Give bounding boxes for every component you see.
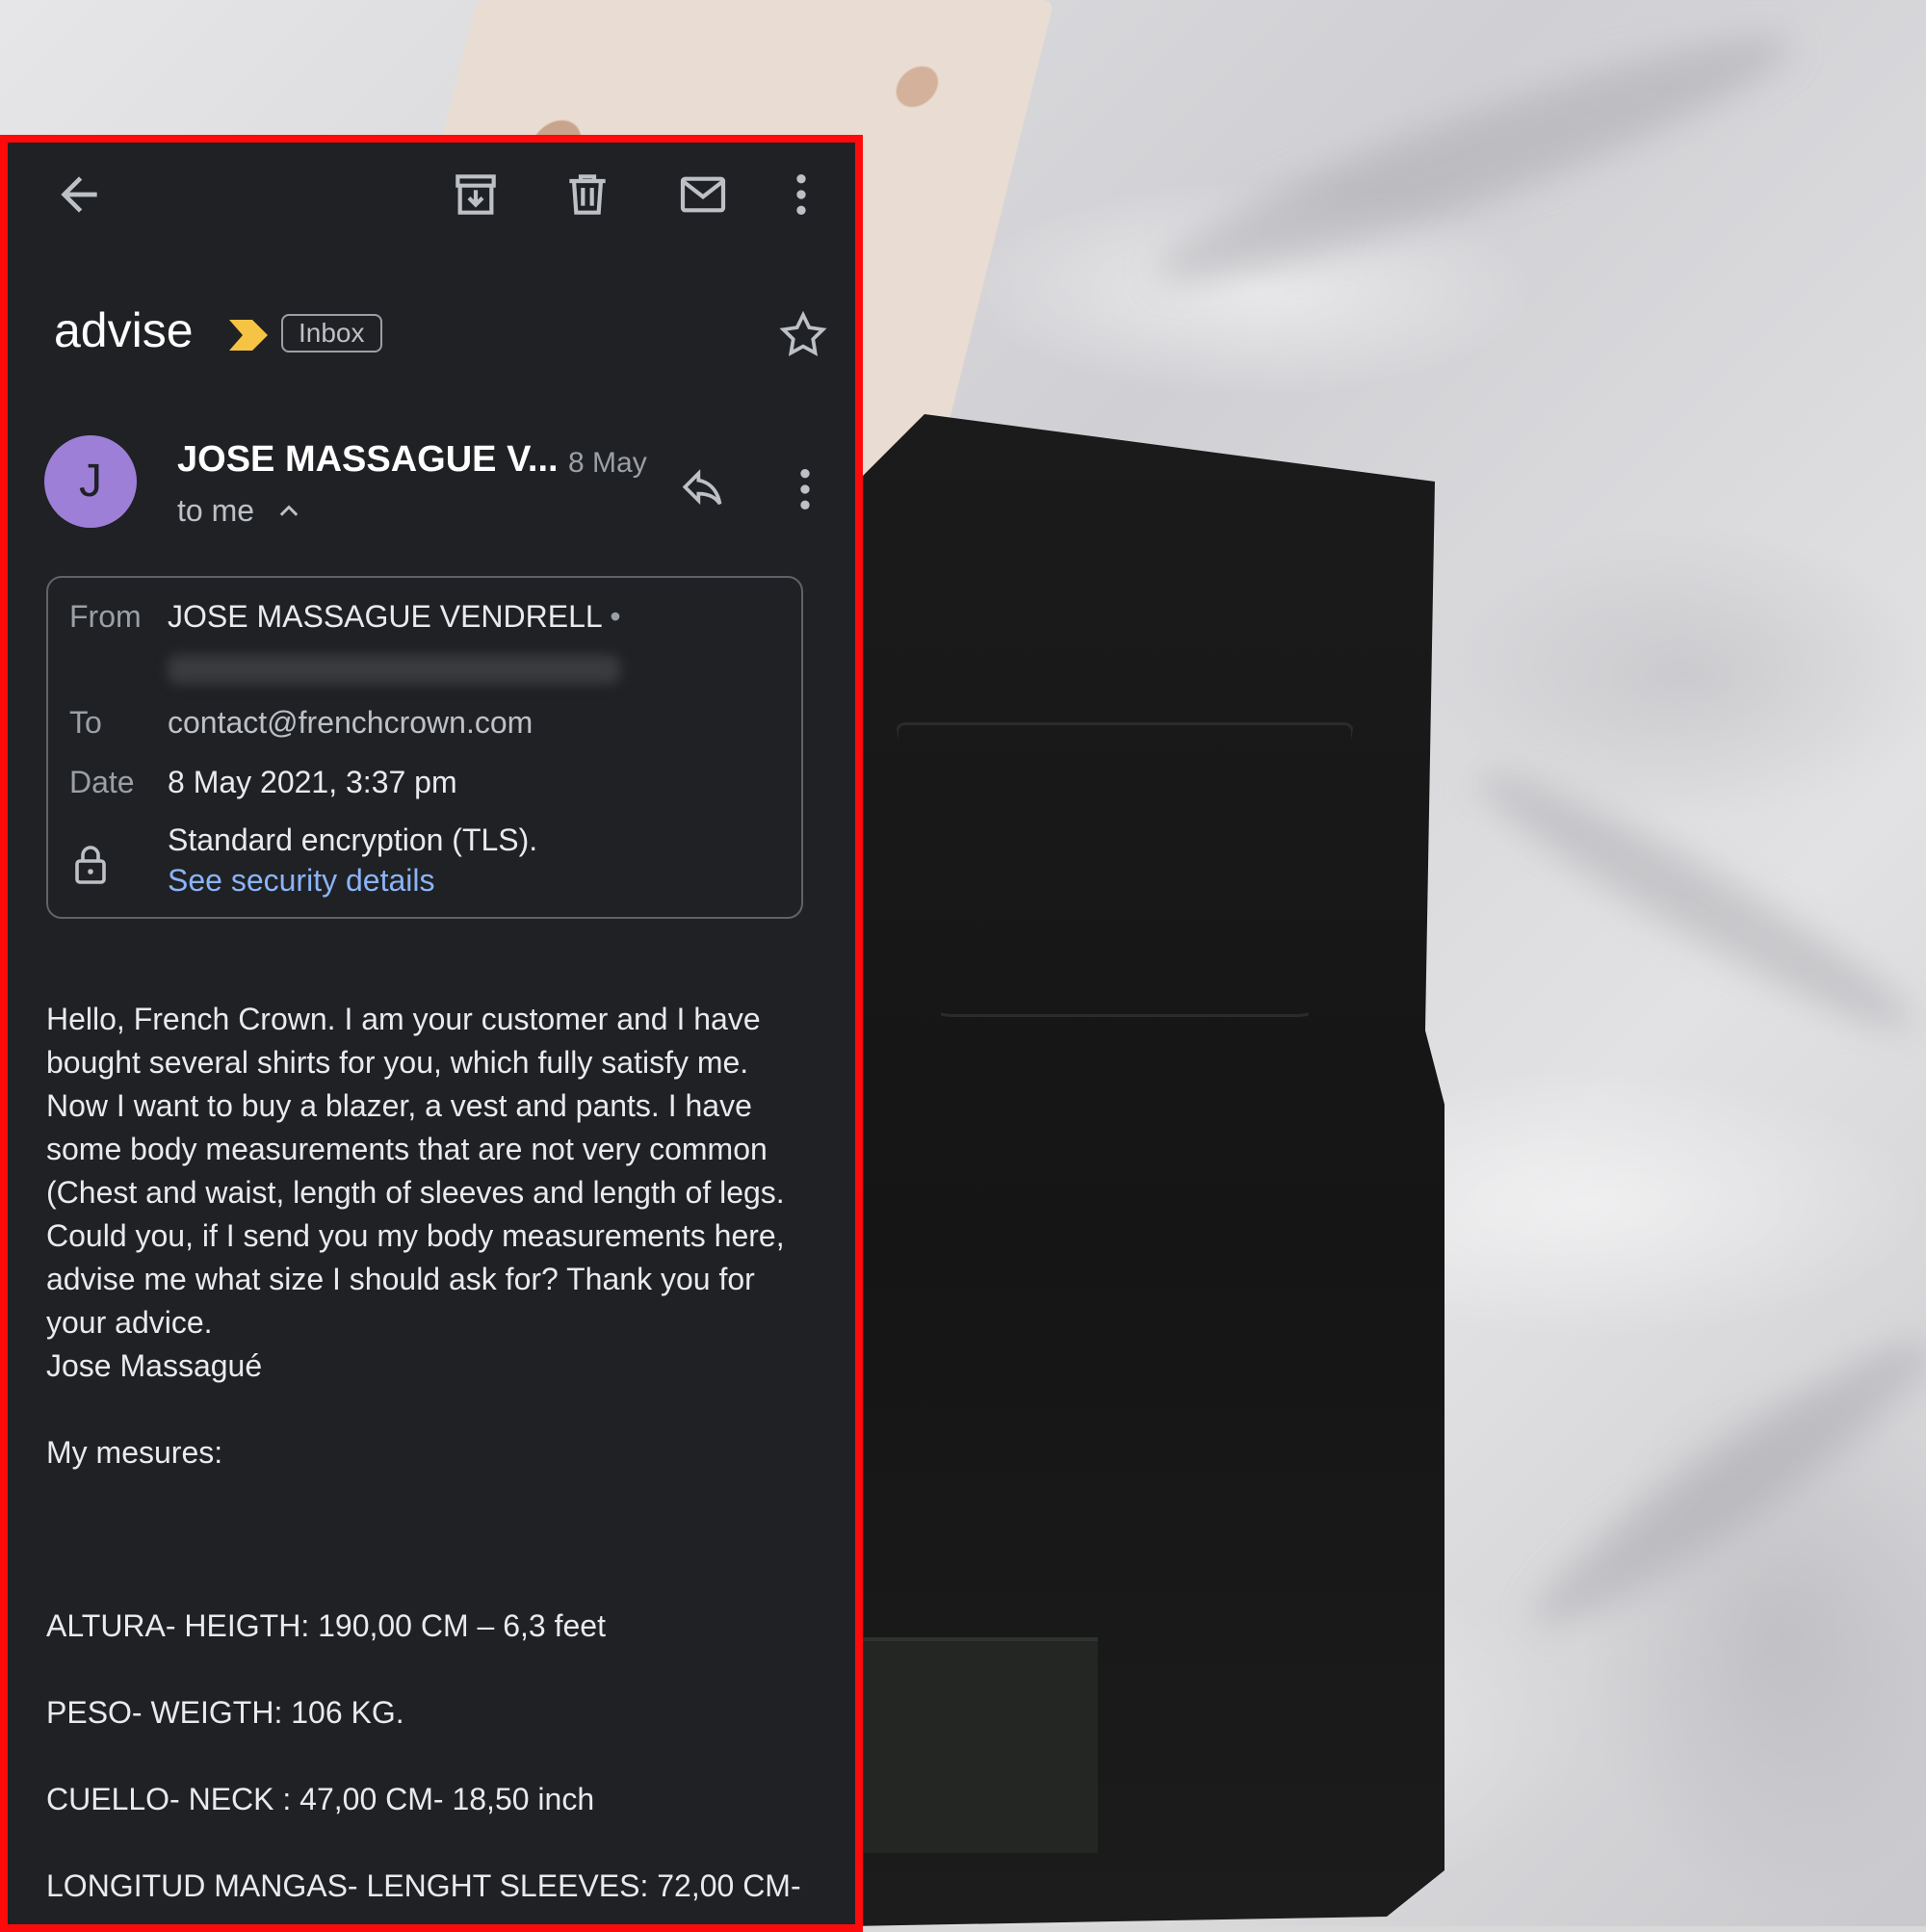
inbox-label-chip[interactable]: Inbox (281, 314, 382, 352)
archive-icon[interactable] (449, 168, 503, 222)
redacted-email (168, 655, 620, 684)
recipient-summary[interactable]: to me (177, 493, 254, 529)
body-line: bought several shirts for you, which ful… (46, 1045, 749, 1080)
more-vert-icon[interactable] (774, 168, 828, 222)
chevron-up-icon[interactable] (275, 497, 302, 524)
measures-title: My mesures: (46, 1435, 223, 1470)
date-value: 8 May 2021, 3:37 pm (168, 765, 457, 799)
measure-line: LONGITUD MANGAS- LENGHT SLEEVES: 72,00 C… (46, 1868, 801, 1903)
security-details-link[interactable]: See security details (168, 863, 434, 899)
measure-line: PESO- WEIGTH: 106 KG. (46, 1695, 404, 1730)
measure-line: ALTURA- HEIGTH: 190,00 CM – 6,3 feet (46, 1608, 606, 1643)
star-icon[interactable] (776, 308, 830, 362)
body-line: Now I want to buy a blazer, a vest and p… (46, 1088, 752, 1123)
message-details-box: From JOSE MASSAGUE VENDRELL • To contact… (46, 576, 803, 919)
to-value[interactable]: contact@frenchcrown.com (168, 705, 533, 741)
from-label: From (69, 599, 142, 634)
mark-unread-icon[interactable] (676, 168, 730, 222)
separator-dot: • (610, 599, 621, 634)
body-line: advise me what size I should ask for? Th… (46, 1262, 755, 1296)
lock-icon (71, 844, 110, 886)
measure-line: CUELLO- NECK : 47,00 CM- 18,50 inch (46, 1782, 595, 1816)
body-line: your advice. (46, 1305, 213, 1340)
reply-icon[interactable] (676, 462, 730, 516)
jeans-back-pocket (896, 722, 1354, 1017)
delete-icon[interactable] (560, 168, 614, 222)
sender-avatar[interactable]: J (44, 435, 137, 528)
important-marker-icon[interactable] (225, 316, 272, 354)
signature: Jose Massagué (46, 1348, 263, 1383)
email-subject: advise (54, 303, 194, 357)
body-line: (Chest and waist, length of sleeves and … (46, 1175, 785, 1210)
from-value[interactable]: JOSE MASSAGUE VENDRELL • (168, 599, 621, 635)
body-line: some body measurements that are not very… (46, 1132, 768, 1166)
email-date-short: 8 May (568, 447, 647, 479)
sender-name[interactable]: JOSE MASSAGUE V... (177, 439, 559, 481)
subject-row: advise Inbox (8, 287, 855, 374)
back-arrow-icon[interactable] (52, 168, 106, 222)
message-more-icon[interactable] (778, 462, 832, 516)
email-screenshot-panel: advise Inbox J JOSE MASSAGUE V... 8 May … (0, 135, 863, 1932)
body-line: Hello, French Crown. I am your customer … (46, 1002, 761, 1036)
email-body: Hello, French Crown. I am your customer … (46, 998, 807, 1908)
to-label: To (69, 705, 102, 740)
email-toolbar (8, 143, 855, 239)
jeans-cuff (847, 1637, 1098, 1853)
encryption-text: Standard encryption (TLS). (168, 822, 538, 857)
body-line: Could you, if I send you my body measure… (46, 1218, 785, 1253)
date-label: Date (69, 765, 135, 799)
from-name: JOSE MASSAGUE VENDRELL (168, 599, 602, 634)
